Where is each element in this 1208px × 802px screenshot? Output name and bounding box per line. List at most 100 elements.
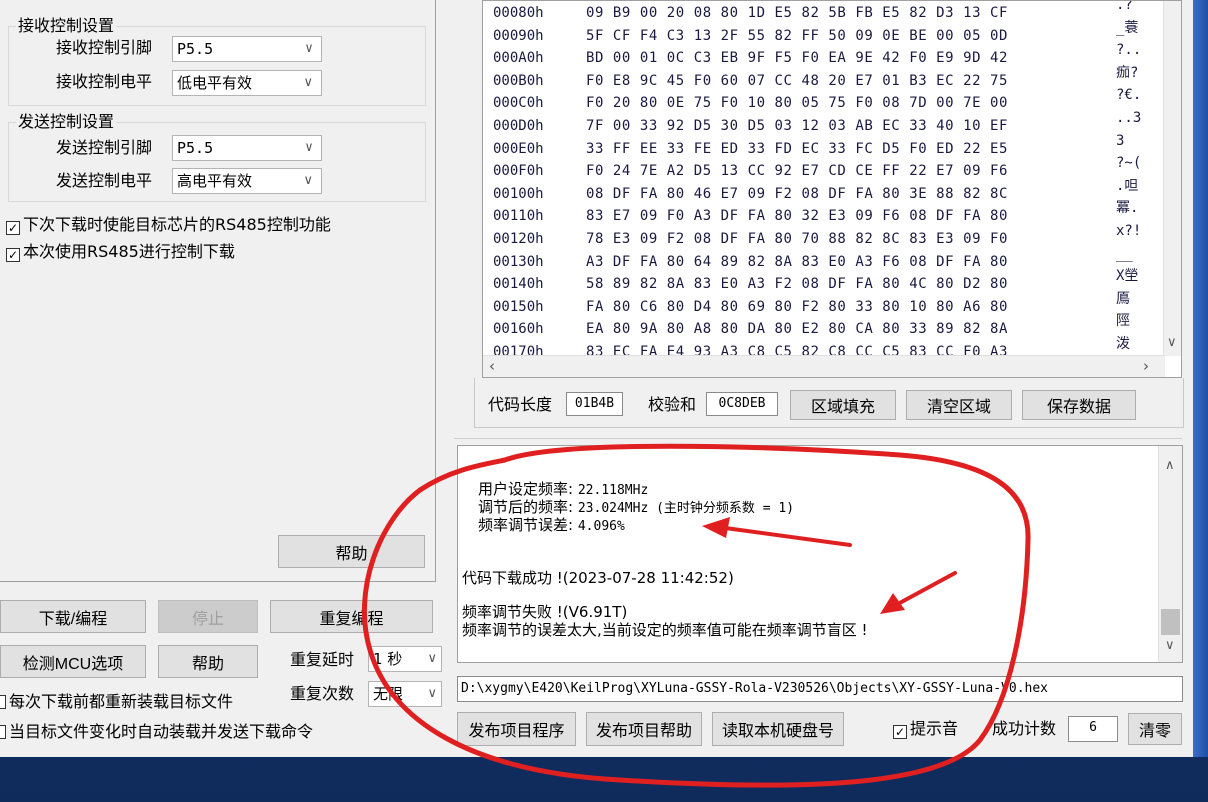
reload-each-checkbox[interactable]: 每次下载前都重新装载目标文件 (0, 692, 233, 712)
checksum-label: 校验和 (648, 395, 697, 414)
area-fill-button[interactable]: 区域填充 (790, 390, 896, 420)
hex-row-ascii: X塋 (1116, 268, 1139, 285)
chevron-right-icon[interactable]: › (1143, 357, 1149, 375)
hex-row-address: 000A0h (493, 50, 544, 67)
hex-horizontal-scrollbar[interactable]: ‹ › (483, 355, 1165, 377)
hex-row-ascii: 冪. (1116, 200, 1139, 217)
hex-row-ascii: __ (1116, 245, 1133, 262)
hex-row-bytes: EA 80 9A 80 A8 80 DA 80 E2 80 CA 80 33 8… (586, 321, 1008, 338)
success-count-field: 6 (1068, 716, 1118, 742)
publish-help-button[interactable]: 发布项目帮助 (586, 712, 702, 746)
chevron-down-icon: ∨ (427, 651, 437, 666)
hex-row-ascii: .? (1116, 0, 1133, 13)
hex-row-ascii: 痂? (1116, 64, 1139, 81)
log-line-adjusted-freq: 调节后的频率: 23.024MHz (主时钟分频系数 = 1) (478, 498, 795, 516)
hex-row-bytes: F0 E8 9C 45 F0 60 07 CC 48 20 E7 01 B3 E… (586, 72, 1008, 89)
hex-row-bytes: F0 20 80 0E 75 F0 10 80 05 75 F0 08 7D 0… (586, 95, 1008, 112)
hex-row-bytes: 33 FF EE 33 FE ED 33 FD EC 33 FC D5 F0 E… (586, 140, 1008, 157)
checksum-field: 0C8DEB (706, 392, 778, 416)
log-line-adjust-failed: 频率调节失败 !(V6.91T) (462, 603, 628, 621)
hex-row-ascii: .呾 (1116, 177, 1139, 194)
log-line-freq-error: 频率调节误差: 4.096% (478, 516, 625, 534)
hex-row-ascii: ?€. (1116, 87, 1142, 104)
code-length-label: 代码长度 (488, 395, 553, 414)
chevron-up-icon[interactable]: ∧ (1165, 458, 1175, 473)
hex-row-bytes: 83 E7 09 F0 A3 DF FA 80 32 E3 09 F6 08 D… (586, 208, 1008, 225)
hex-row-bytes: 7F 00 33 92 D5 30 D5 03 12 03 AB EC 33 4… (586, 118, 1008, 134)
desktop-edge (1193, 0, 1208, 757)
divider (454, 438, 1182, 439)
repeat-delay-select[interactable]: 1 秒 ∨ (368, 646, 442, 672)
target-file-path[interactable]: D:\xygmy\E420\KeilProg\XYLuna-GSSY-Rola-… (457, 676, 1183, 702)
help-top-button[interactable]: 帮助 (278, 535, 425, 568)
read-disk-id-button[interactable]: 读取本机硬盘号 (712, 712, 844, 746)
hex-row-bytes: FA 80 C6 80 D4 80 69 80 F2 80 33 80 10 8… (586, 298, 1008, 315)
hex-row-address: 00110h (493, 208, 544, 225)
repeat-program-button[interactable]: 重复编程 (270, 600, 433, 633)
publish-program-button[interactable]: 发布项目程序 (457, 712, 576, 746)
hex-row-address: 00120h (493, 231, 544, 247)
checkbox-icon (0, 725, 6, 739)
main-window: 接收控制设置 接收控制引脚 P5.5 ∨ 接收控制电平 低电平有效 ∨ 发送控制… (0, 0, 1193, 757)
log-scroll-thumb[interactable] (1161, 609, 1180, 635)
save-data-button[interactable]: 保存数据 (1022, 390, 1136, 420)
hex-row-address: 000D0h (493, 118, 544, 134)
chevron-down-icon[interactable]: ∨ (1167, 335, 1177, 350)
hex-row-address: 000E0h (493, 140, 544, 157)
auto-reload-label: 当目标文件变化时自动装载并发送下载命令 (9, 722, 314, 741)
hex-row-address: 00100h (493, 185, 544, 202)
hex-row-address: 00150h (493, 298, 544, 315)
repeat-delay-label: 重复延时 (290, 650, 355, 669)
help-button[interactable]: 帮助 (158, 645, 258, 678)
log-line-download-success: 代码下载成功 !(2023-07-28 11:42:52) (462, 569, 734, 587)
stop-button[interactable]: 停止 (158, 600, 258, 633)
hex-vertical-scrollbar[interactable]: ∨ (1163, 1, 1181, 356)
hex-row-bytes: A3 DF FA 80 64 89 82 8A 83 E0 A3 F6 08 D… (586, 253, 1008, 270)
code-length-field: 01B4B (566, 392, 623, 416)
hex-row-ascii: x?! (1116, 223, 1142, 239)
hex-row-address: 00130h (493, 253, 544, 270)
hex-row-ascii: ..3 (1116, 110, 1142, 126)
hex-row-ascii: _蓑 (1116, 19, 1139, 36)
checkbox-checked-icon: ✓ (893, 725, 907, 739)
chevron-down-icon: ∨ (427, 686, 437, 701)
clear-area-button[interactable]: 清空区域 (906, 390, 1012, 420)
checkbox-icon (0, 695, 6, 709)
hex-row-ascii: 陘 (1116, 313, 1130, 330)
hex-row-address: 00080h (493, 5, 544, 21)
beep-label: 提示音 (910, 719, 959, 738)
repeat-count-label: 重复次数 (290, 684, 355, 703)
success-count-label: 成功计数 (992, 719, 1057, 738)
hex-data-view[interactable]: 00170h 83 EC FA E4 93 A3 C8 C5 82 C8 CC C… (482, 0, 1182, 378)
auto-reload-checkbox[interactable]: 当目标文件变化时自动装载并发送下载命令 (0, 722, 313, 742)
chevron-left-icon[interactable]: ‹ (489, 357, 495, 375)
hex-row-ascii: 鳫 (1116, 290, 1130, 307)
reload-each-label: 每次下载前都重新装载目标文件 (9, 692, 234, 711)
hex-row-bytes: F0 24 7E A2 D5 13 CC 92 E7 CD CE FF 22 E… (586, 163, 1008, 180)
log-vertical-scrollbar[interactable]: ∧ ∨ (1158, 446, 1182, 662)
hex-row-ascii: 3 (1116, 132, 1125, 149)
hex-row-bytes: 58 89 82 8A 83 E0 A3 F2 08 DF FA 80 4C 8… (586, 276, 1008, 293)
hex-row: 00080h 09 B9 00 20 08 80 1D E5 82 5B FB E… (493, 0, 1156, 21)
hex-row-bytes: 08 DF FA 80 46 E7 09 F2 08 DF FA 80 3E 8… (586, 185, 1008, 202)
repeat-count-select[interactable]: 无限 ∨ (368, 681, 442, 707)
hex-row-bytes: BD 00 01 0C C3 EB 9F F5 F0 EA 9E 42 F0 E… (586, 50, 1008, 67)
hex-row-bytes: 09 B9 00 20 08 80 1D E5 82 5B FB E5 82 D… (586, 5, 1008, 21)
chevron-down-icon[interactable]: ∨ (1165, 638, 1175, 653)
hex-row-bytes: 78 E3 09 F2 08 DF FA 80 70 88 82 8C 83 E… (586, 231, 1008, 247)
hex-row-ascii: 泼 (1116, 336, 1130, 352)
hex-row-address: 000F0h (493, 163, 544, 180)
log-line-error-too-large: 频率调节的误差太大,当前设定的频率值可能在频率调节盲区 ! (462, 621, 868, 639)
detect-mcu-button[interactable]: 检测MCU选项 (0, 645, 146, 678)
hex-row-address: 00160h (493, 321, 544, 338)
left-panel-border (0, 0, 436, 582)
hex-row-address: 00140h (493, 276, 544, 293)
repeat-count-value: 无限 (373, 685, 404, 703)
clear-count-button[interactable]: 清零 (1128, 713, 1182, 745)
download-program-button[interactable]: 下载/编程 (0, 600, 146, 633)
hex-row-address: 000C0h (493, 95, 544, 112)
beep-checkbox[interactable]: ✓ 提示音 (893, 719, 958, 739)
log-output[interactable]: 用户设定频率: 22.118MHz 调节后的频率: 23.024MHz (主时钟… (457, 445, 1183, 663)
hex-row-ascii: ?~( (1116, 155, 1142, 172)
hex-row-bytes: 5F CF F4 C3 13 2F 55 82 FF 50 09 0E BE 0… (586, 27, 1008, 44)
